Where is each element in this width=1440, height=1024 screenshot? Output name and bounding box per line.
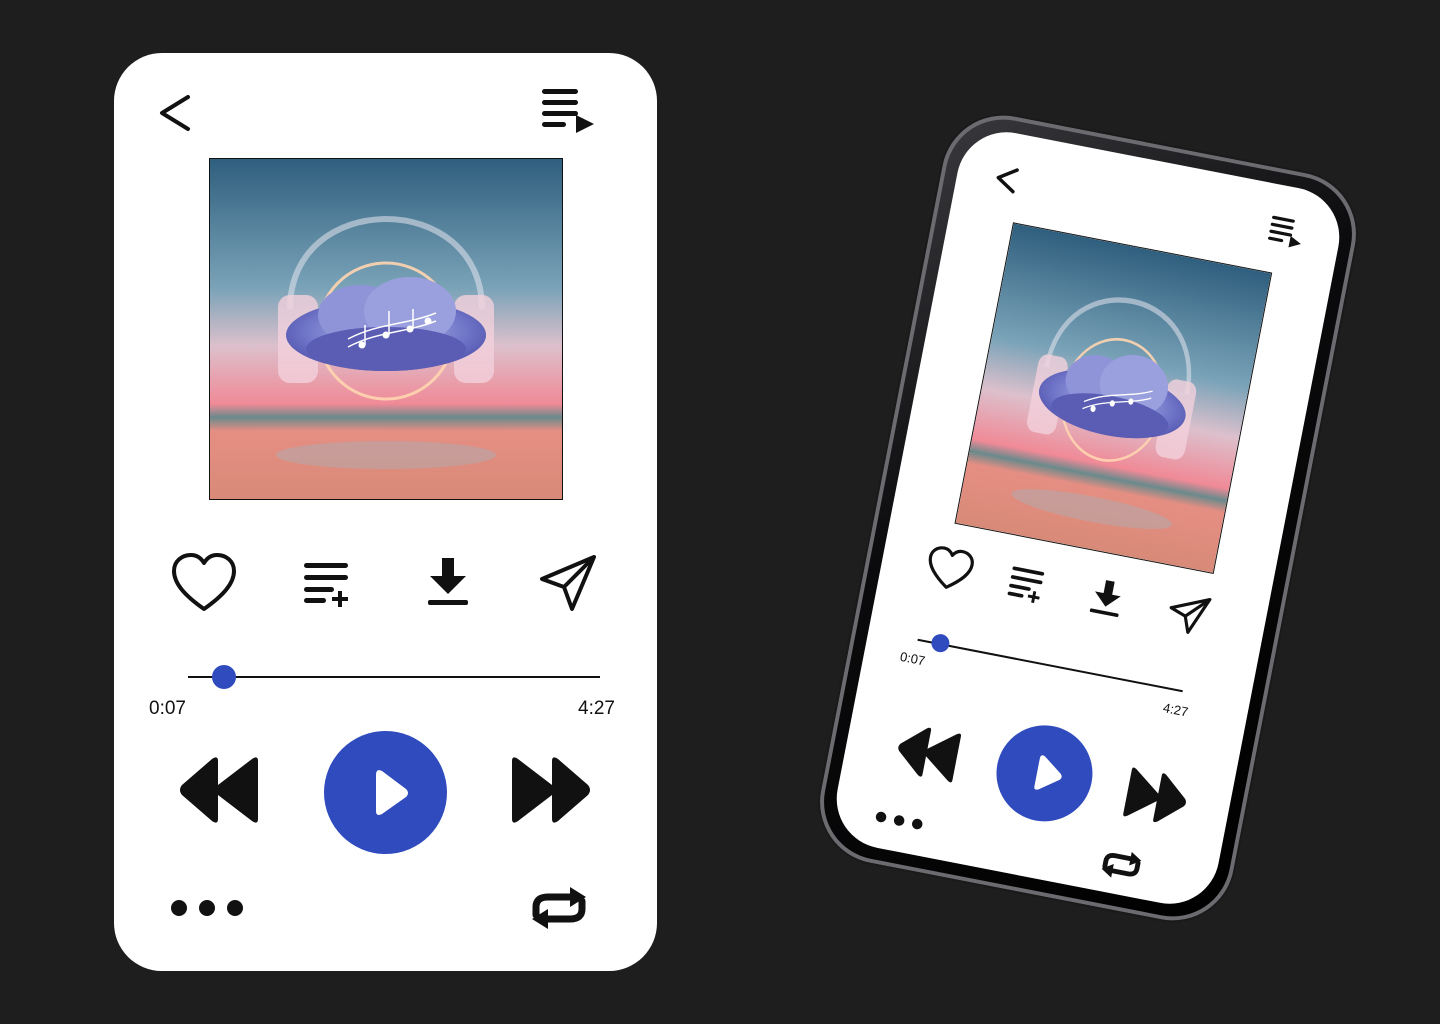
send-icon[interactable] <box>538 553 598 613</box>
repeat-icon[interactable] <box>1096 845 1147 885</box>
back-chevron-icon[interactable] <box>154 91 194 135</box>
playlist-add-icon[interactable] <box>302 561 354 607</box>
play-button[interactable] <box>988 717 1101 830</box>
play-icon <box>376 770 408 815</box>
more-dots-icon[interactable] <box>170 899 246 917</box>
back-chevron-icon[interactable] <box>991 162 1022 196</box>
progress-thumb[interactable] <box>929 632 951 654</box>
fast-forward-icon[interactable] <box>1119 764 1192 829</box>
play-button[interactable] <box>324 731 447 854</box>
phone-screen: 0:07 4:27 <box>828 123 1348 913</box>
queue-list-icon[interactable] <box>1265 213 1306 251</box>
more-dots-icon[interactable] <box>874 809 926 832</box>
rewind-icon[interactable] <box>892 720 965 785</box>
heart-icon[interactable] <box>170 551 238 613</box>
queue-list-icon[interactable] <box>540 87 596 135</box>
download-icon[interactable] <box>426 556 470 608</box>
elapsed-time: 0:07 <box>149 698 186 719</box>
rewind-icon[interactable] <box>178 755 262 825</box>
elapsed-time: 0:07 <box>898 648 927 669</box>
progress-track[interactable] <box>917 638 1183 693</box>
heart-icon[interactable] <box>922 542 978 594</box>
download-icon[interactable] <box>1088 576 1127 619</box>
play-icon <box>1034 755 1062 790</box>
duration-time: 4:27 <box>1161 699 1190 720</box>
album-art <box>954 222 1273 574</box>
send-icon[interactable] <box>1164 589 1213 638</box>
repeat-icon[interactable] <box>526 885 592 931</box>
album-art <box>209 158 563 500</box>
music-player-card: 0:07 4:27 <box>114 53 657 971</box>
phone-mockup: 0:07 4:27 <box>809 104 1367 932</box>
fast-forward-icon[interactable] <box>508 755 592 825</box>
playlist-add-icon[interactable] <box>1005 564 1049 605</box>
duration-time: 4:27 <box>578 698 615 719</box>
progress-thumb[interactable] <box>212 665 236 689</box>
progress-track[interactable] <box>188 676 600 678</box>
